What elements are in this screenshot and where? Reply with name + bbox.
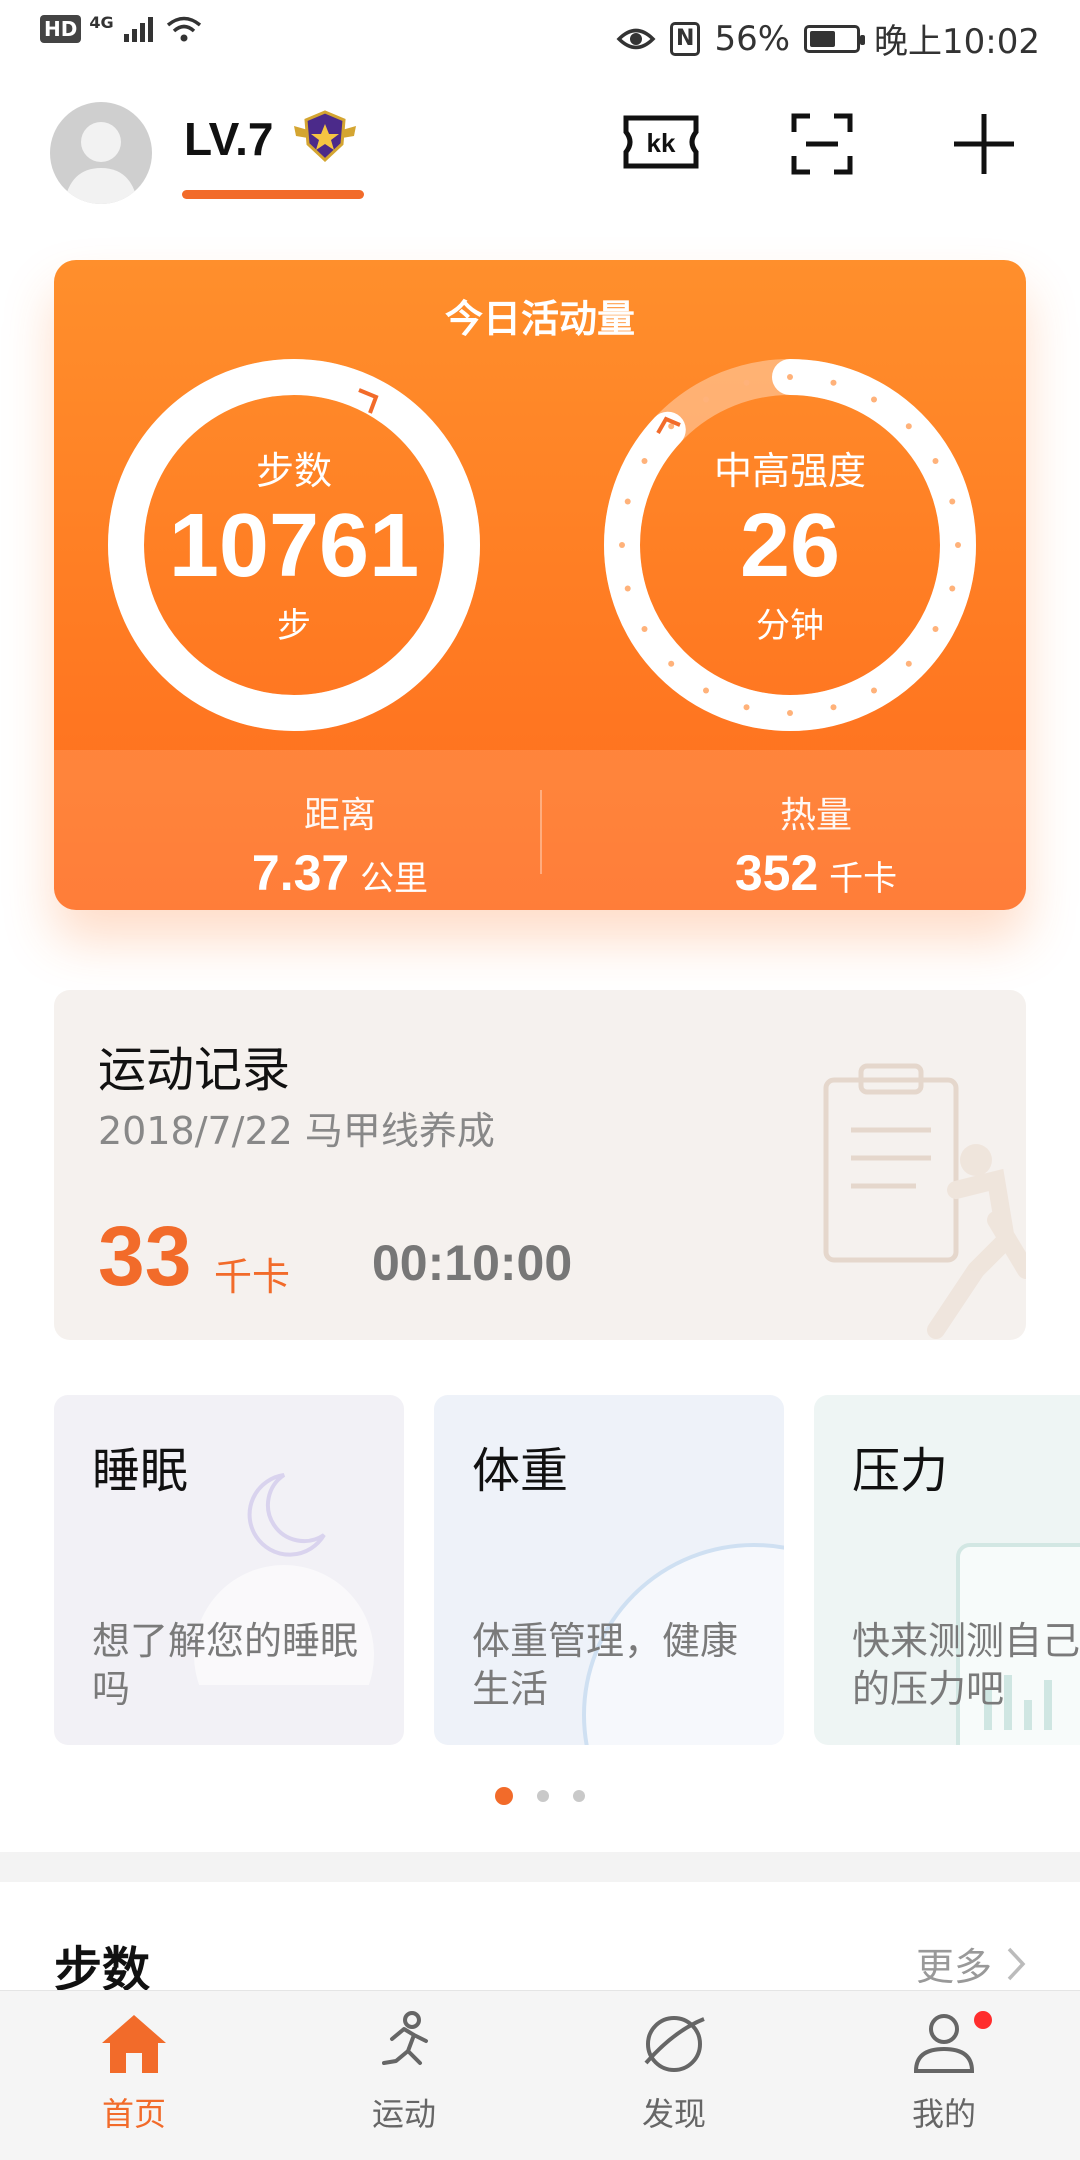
nav-home-label: 首页 [101, 2095, 166, 2133]
more-link[interactable]: 更多 [916, 1936, 1026, 1991]
intensity-tick [871, 396, 877, 403]
svg-text:kk: kk [647, 128, 676, 158]
weight-card[interactable]: 体重 体重管理，健康生活 [434, 1395, 784, 1745]
clipboard-runner-icon [823, 1063, 1026, 1339]
steps-label: 步数 [255, 449, 332, 493]
home-icon [102, 2015, 166, 2073]
clock: 晚上10:02 [874, 22, 1040, 62]
record-calories-unit: 千卡 [214, 1255, 291, 1299]
pager-dot-active[interactable] [495, 1787, 513, 1805]
level-progress-bar [182, 190, 364, 199]
hd-badge: HD [40, 15, 82, 43]
nfc-icon: N [670, 21, 701, 56]
stat-divider [540, 790, 542, 874]
battery-percent: 56% [714, 18, 791, 59]
pager-dot[interactable] [537, 1790, 549, 1802]
intensity-tick [830, 379, 837, 386]
battery-icon [804, 24, 866, 53]
chevron-right-icon [1007, 1947, 1026, 1980]
record-title: 运动记录 [98, 1042, 291, 1098]
sleep-title: 睡眠 [92, 1443, 189, 1499]
nav-me[interactable]: 我的 [844, 2011, 1044, 2135]
more-label: 更多 [915, 1945, 992, 1989]
sleep-desc: 想了解您的睡眠吗 [92, 1619, 359, 1711]
intensity-tick [830, 704, 837, 711]
network-type-label: 4G [89, 12, 114, 32]
section-divider [0, 1852, 1080, 1882]
record-duration: 00:10:00 [372, 1235, 573, 1291]
nav-exercise[interactable]: 运动 [304, 2011, 504, 2135]
calories-unit: 千卡 [829, 859, 898, 899]
weight-desc: 体重管理，健康生活 [472, 1619, 739, 1711]
intensity-tick [905, 423, 912, 430]
wifi-icon [166, 16, 201, 42]
pager-dot[interactable] [573, 1790, 585, 1802]
intensity-tick [703, 396, 709, 403]
level-badge-icon[interactable] [292, 108, 358, 164]
eye-comfort-icon [616, 28, 656, 49]
stress-desc: 快来测测自己的压力吧 [852, 1619, 1080, 1711]
status-bar: HD 4G N 56% 晚上10:02 [0, 0, 1080, 72]
running-icon [382, 2011, 428, 2065]
intensity-unit: 分钟 [756, 606, 824, 646]
intensity-tick [787, 374, 793, 380]
carousel-pager[interactable] [0, 1787, 1080, 1805]
intensity-tick [871, 687, 877, 694]
nav-home[interactable]: 首页 [34, 2011, 234, 2135]
default-avatar-icon [64, 122, 138, 204]
distance-unit: 公里 [360, 859, 429, 899]
nav-discover-label: 发现 [641, 2095, 706, 2133]
nav-exercise-label: 运动 [371, 2095, 436, 2133]
intensity-tick [668, 660, 675, 667]
steps-value: 10761 [168, 496, 420, 596]
stress-title: 压力 [852, 1443, 949, 1499]
intensity-tick [743, 704, 750, 711]
calories-label: 热量 [779, 795, 852, 836]
calories-stat: 热量 352 千卡 [616, 786, 1016, 902]
weight-title: 体重 [472, 1443, 569, 1499]
status-left: HD 4G [40, 12, 202, 44]
record-subtitle: 2018/7/22 马甲线养成 [98, 1109, 495, 1153]
add-icon[interactable] [952, 112, 1016, 176]
level-label[interactable]: LV.7 [184, 112, 274, 166]
nav-me-label: 我的 [911, 2095, 976, 2133]
notification-dot [974, 2011, 992, 2029]
activity-summary: 距离 7.37 公里 热量 352 千卡 [54, 750, 1026, 910]
intensity-tick [743, 379, 750, 386]
steps-ring-text: 步数 10761 步 [104, 440, 484, 647]
intensity-tick [787, 710, 793, 716]
intensity-tick [905, 660, 912, 667]
intensity-value: 26 [739, 496, 841, 596]
sleep-card[interactable]: 睡眠 想了解您的睡眠吗 [54, 1395, 404, 1745]
exercise-record-card[interactable]: 运动记录 2018/7/22 马甲线养成 33 千卡 00:10:00 [54, 990, 1026, 1340]
scan-icon[interactable] [790, 112, 854, 176]
battery-fill [810, 30, 835, 47]
distance-stat: 距离 7.37 公里 [140, 786, 540, 902]
intensity-tick [703, 687, 709, 694]
signal-icon [123, 17, 153, 42]
calories-value: 352 [734, 845, 819, 901]
intensity-label: 中高强度 [713, 449, 866, 493]
distance-value: 7.37 [251, 845, 350, 901]
discover-icon [644, 2016, 705, 2072]
intensity-ring-text: 中高强度 26 分钟 [600, 440, 980, 647]
status-right: N 56% 晚上10:02 [616, 14, 1040, 63]
avatar[interactable] [50, 102, 152, 204]
steps-unit: 步 [277, 606, 311, 646]
distance-label: 距离 [303, 795, 376, 836]
record-calories-value: 33 [98, 1209, 192, 1303]
stress-card[interactable]: 压力 快来测测自己的压力吧 [814, 1395, 1080, 1745]
activity-card[interactable]: 今日活动量 步数 10761 步 中高强度 26 分钟 距离 7.37 公里 热… [54, 260, 1026, 910]
bottom-nav: 首页 运动 发现 我的 [0, 1990, 1080, 2160]
nav-discover[interactable]: 发现 [574, 2011, 774, 2135]
kk-ticket-icon[interactable]: kk [622, 112, 700, 172]
activity-title: 今日活动量 [444, 297, 635, 341]
profile-icon [913, 2014, 975, 2073]
